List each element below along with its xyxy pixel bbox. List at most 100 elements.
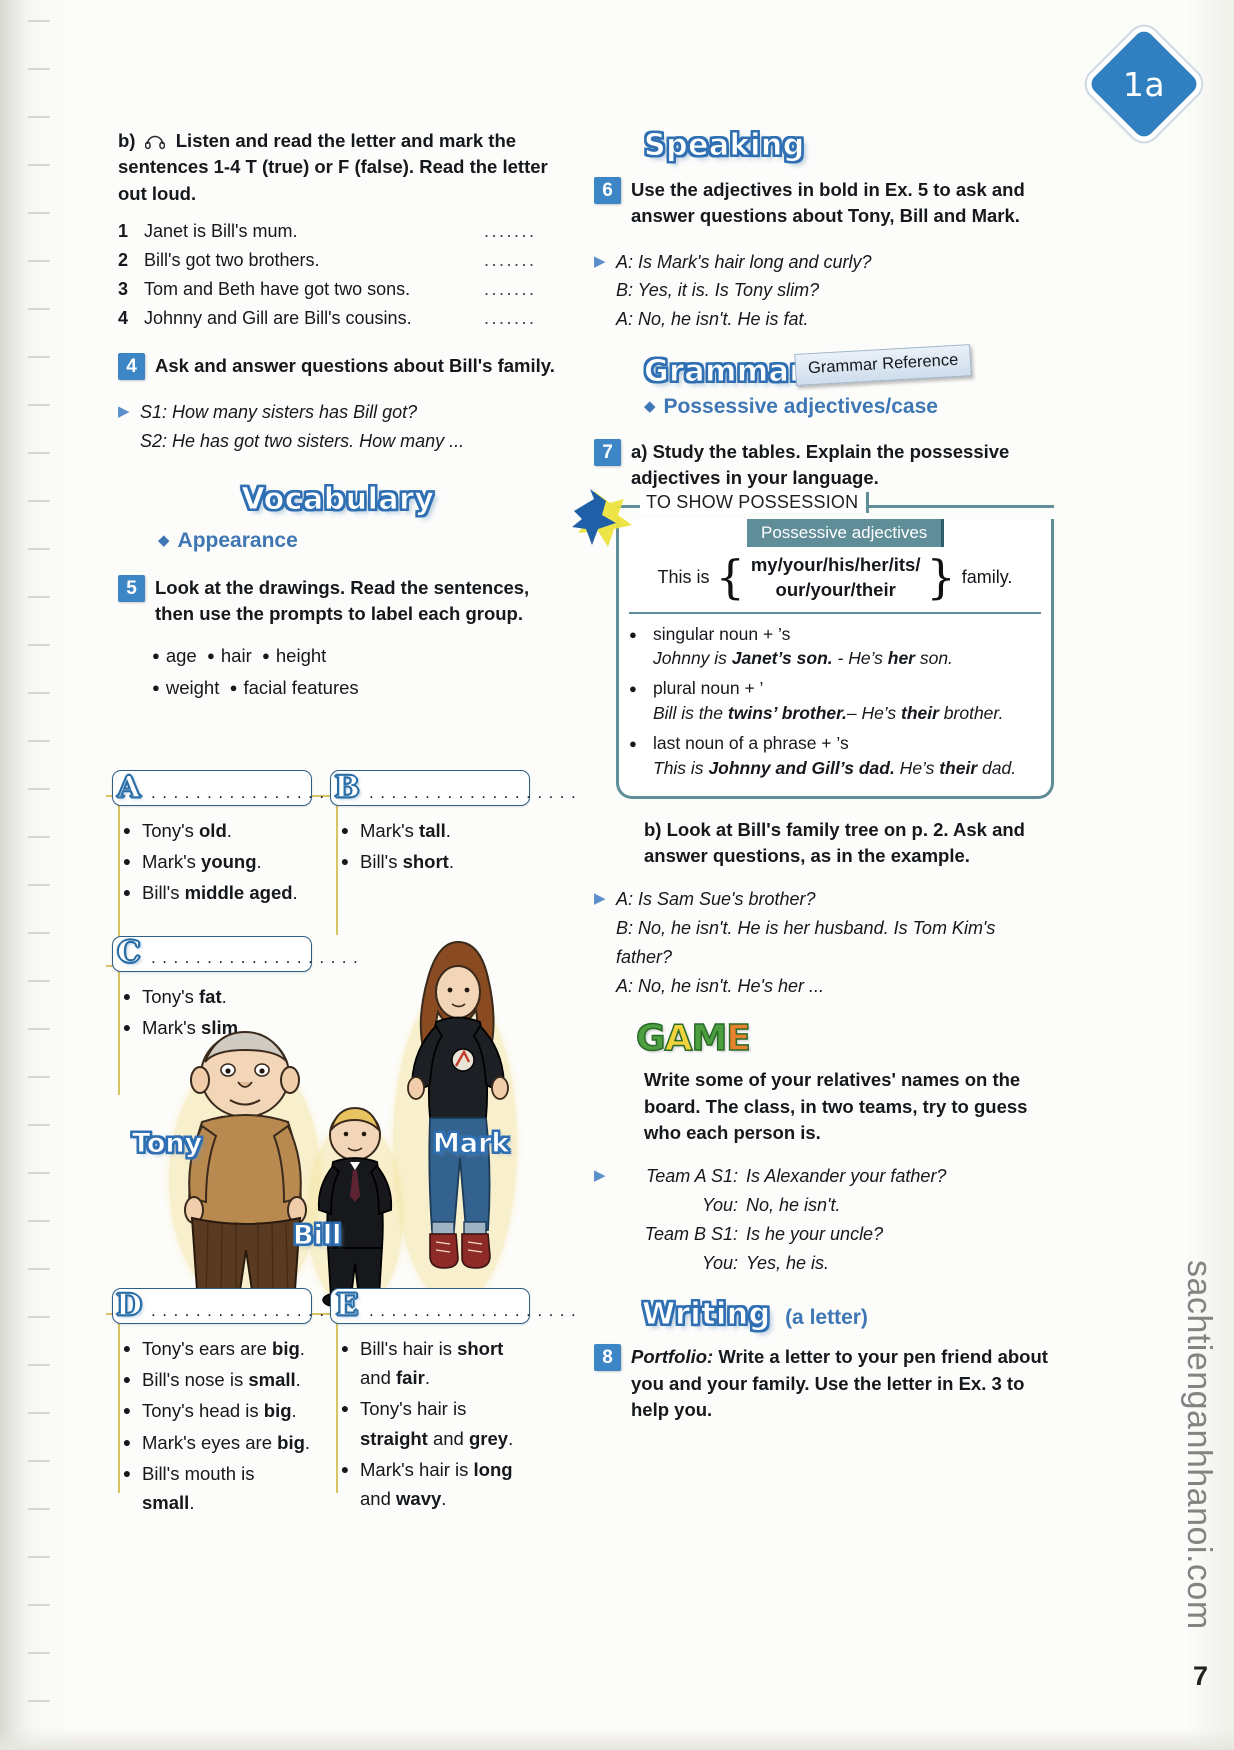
spiral-ring xyxy=(28,452,50,454)
dialogue-line: Team A S1: Is Alexander your father? xyxy=(616,1162,1054,1191)
figure-label-mark: Mark xyxy=(432,1128,510,1160)
spiral-ring xyxy=(28,596,50,598)
spiral-ring xyxy=(28,1460,50,1462)
exercise-8-number[interactable]: 8 xyxy=(594,1344,621,1372)
exercise-5: 5 Look at the drawings. Read the sentenc… xyxy=(118,575,558,628)
prompt-word[interactable]: height xyxy=(276,645,337,666)
dialogue-line: Team B S1: Is he your uncle? xyxy=(616,1220,1054,1249)
group-A: A ................... ● Tony's old. ● Mark'… xyxy=(112,769,358,910)
group-E-items: ● Bill's hair is short and fair. ● Tony's h… xyxy=(330,1334,530,1513)
bullet-icon: ● xyxy=(122,1371,132,1388)
sentence-text: Bill's got two brothers. xyxy=(144,249,320,270)
spiral-ring xyxy=(28,116,50,118)
bullet-icon: ● xyxy=(207,647,215,663)
prompt-word[interactable]: facial features xyxy=(243,677,368,698)
sentence-number: 2 xyxy=(118,249,129,270)
example-arrow-icon-2: ▶ xyxy=(594,252,606,270)
diamond-bullet-icon-2: ◆ xyxy=(644,397,656,415)
vocabulary-subheading: Appearance xyxy=(177,529,298,553)
answer-blank[interactable]: ....... xyxy=(484,275,558,304)
bullet-icon: ● xyxy=(340,1340,350,1356)
right-column: Speaking 6 Use the adjectives in bold in… xyxy=(572,128,1054,1423)
dialogue-text: Yes, he is. xyxy=(746,1252,830,1273)
spiral-ring xyxy=(28,164,50,166)
spiral-ring xyxy=(28,20,50,22)
spiral-ring xyxy=(28,1268,50,1270)
bullet-icon: ● xyxy=(340,822,350,838)
group-A-box[interactable]: A ................... xyxy=(112,769,358,806)
exercise-7b-instruction: b) Look at Bill's family tree on p. 2. A… xyxy=(644,818,1025,866)
group-item-text: Tony's ears are big. xyxy=(142,1338,305,1359)
exercise-5-prompts: ● age ● hair ● height ● weight ● facial featu… xyxy=(118,640,558,705)
spiral-ring xyxy=(28,788,50,790)
answer-blank[interactable]: ....... xyxy=(484,246,558,275)
group-E-dots: ................... xyxy=(369,1300,583,1320)
game-logo-letter: E xyxy=(726,1018,752,1061)
rule-example: This is Johnny and Gill’s dad. He’s thei… xyxy=(653,757,1017,778)
spiral-ring xyxy=(28,1316,50,1318)
group-item-text: Mark's young. xyxy=(142,851,262,873)
answer-blank[interactable]: ....... xyxy=(484,217,558,246)
game-logo-letter: A xyxy=(664,1018,693,1061)
bullet-icon: ● xyxy=(262,647,270,663)
sentence-row: 4 Johnny and Gill are Bill's cousins.....… xyxy=(118,304,558,333)
dialogue-line: You: Yes, he is. xyxy=(616,1249,1054,1278)
spiral-ring xyxy=(28,644,50,646)
exercise-4-number[interactable]: 4 xyxy=(118,353,145,381)
spiral-ring xyxy=(28,932,50,934)
spiral-ring xyxy=(28,1124,50,1126)
groups-row-ab: A ................... ● Tony's old. ● Mark'… xyxy=(112,769,576,910)
figure-label-tony: Tony xyxy=(131,1128,203,1160)
dialogue-speaker: Team A S1: xyxy=(645,1166,738,1187)
group-item-text: Mark's eyes are big. xyxy=(142,1431,311,1453)
example-arrow-icon-3: ▶ xyxy=(594,890,606,908)
dialogue-line: You: No, he isn't. xyxy=(616,1191,1054,1220)
rule-pattern: last noun of a phrase + ’s xyxy=(653,732,849,753)
grammar-rule-text: last noun of a phrase + ’s This is Johnny… xyxy=(653,731,1041,781)
grammar-reference-tag[interactable]: Grammar Reference xyxy=(793,344,972,386)
dialogue-line: A: No, he isn't. He's her ... xyxy=(616,975,824,996)
dialogue-line: A: Is Sam Sue's brother? xyxy=(616,889,816,910)
sentence-number: 4 xyxy=(118,308,129,329)
exercise-8-label: Portfolio: xyxy=(631,1346,714,1368)
grammar-rule-text: singular noun + ’s Johnny is Janet’s son.… xyxy=(653,622,1041,672)
grammar-table-subtitle: Possessive adjectives xyxy=(747,519,945,548)
unit-badge: 1a xyxy=(1087,27,1201,141)
grammar-rule: ● singular noun + ’s Johnny is Janet’s son… xyxy=(629,622,1041,672)
groups-row-de: D ................... ● Tony's ears are b… xyxy=(112,1287,576,1519)
writing-subheading: (a letter) xyxy=(785,1306,868,1330)
bullet-icon: ● xyxy=(629,626,637,642)
prompt-word[interactable]: hair xyxy=(221,645,262,666)
group-D-box[interactable]: D ................... xyxy=(112,1287,358,1324)
group-B-dots: ................... xyxy=(369,782,583,802)
exercise-6-number[interactable]: 6 xyxy=(594,177,621,204)
group-item-text: Mark's tall. xyxy=(360,820,451,841)
bullet-icon: ● xyxy=(122,1018,132,1035)
group-B: B ................... ● Mark's tall. ● Bill… xyxy=(330,769,576,910)
game-logo-letter: M xyxy=(691,1018,728,1061)
group-A-letter: A xyxy=(117,769,142,805)
spiral-ring xyxy=(28,548,50,550)
prompt-word[interactable]: age xyxy=(166,645,207,666)
bullet-icon: ● xyxy=(340,1460,350,1477)
bullet-icon: ● xyxy=(122,1464,132,1481)
page-bottom-edge xyxy=(0,1728,1234,1750)
group-B-box[interactable]: B ................... xyxy=(330,769,576,806)
exercise-6: 6 Use the adjectives in bold in Ex. 5 to… xyxy=(594,177,1054,230)
grammar-subheading-row: ◆ Possessive adjectives/case xyxy=(594,395,1054,419)
group-item: ● Tony's hair is straight and grey. xyxy=(330,1394,530,1452)
bullet-icon: ● xyxy=(122,1340,132,1356)
spiral-ring xyxy=(28,1508,50,1510)
answer-blank[interactable]: ....... xyxy=(484,304,558,333)
bullet-icon: ● xyxy=(340,1400,350,1417)
group-item: ● Tony's head is big. xyxy=(112,1396,312,1425)
group-E-box[interactable]: E ................... xyxy=(330,1287,576,1324)
grammar-row-values: my/your/his/her/its/ our/your/their xyxy=(751,553,921,601)
exercise-5-number[interactable]: 5 xyxy=(118,575,145,603)
dialogue-speaker: Team B S1: xyxy=(644,1223,738,1244)
prompt-word[interactable]: weight xyxy=(166,677,230,698)
watermark: sachtienganhhanoi.com xyxy=(1180,1260,1218,1630)
dialogue-speaker: You: xyxy=(701,1194,738,1215)
exercise-7-number[interactable]: 7 xyxy=(594,438,621,466)
group-item-text: Tony's head is big. xyxy=(142,1400,297,1422)
